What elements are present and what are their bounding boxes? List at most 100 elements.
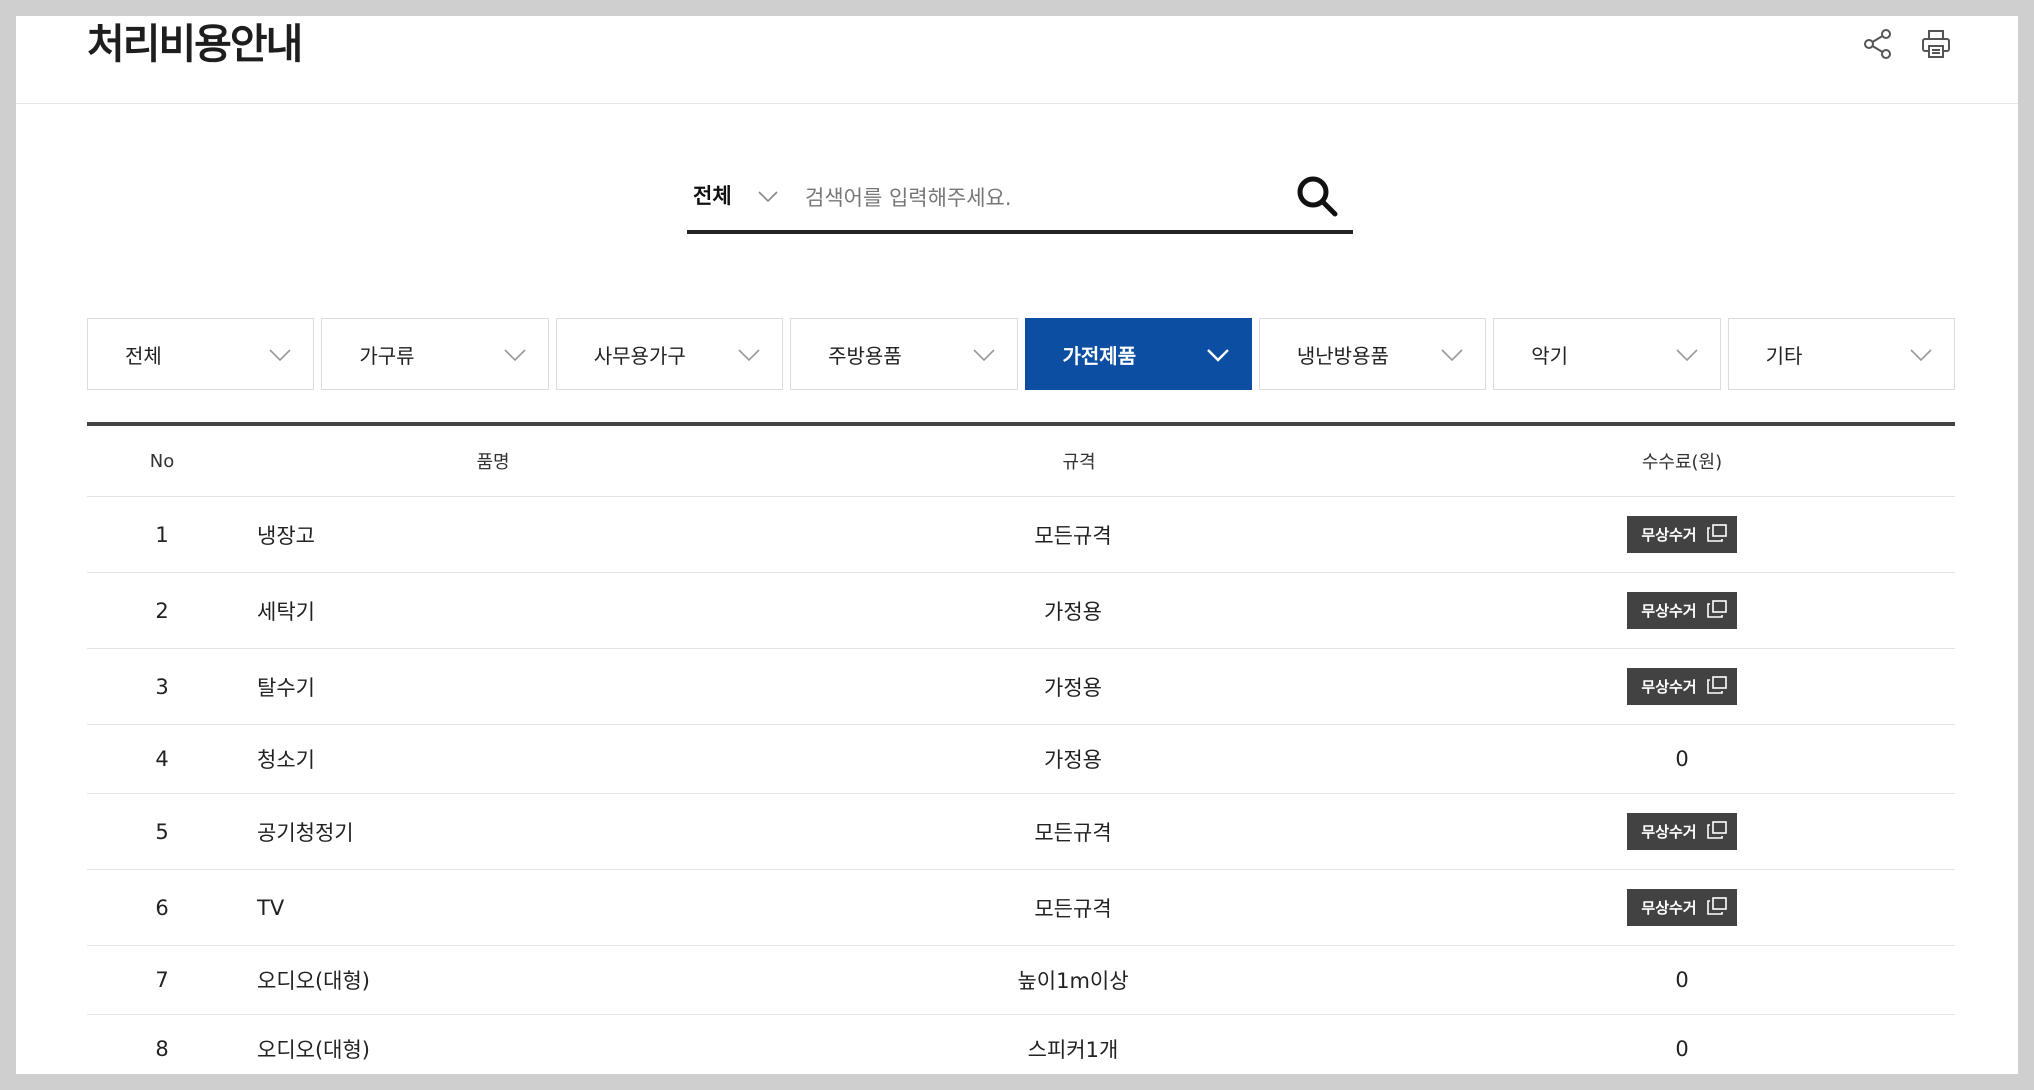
table-row: 5 공기청정기 모든규격 무상수거 bbox=[87, 794, 1955, 870]
chevron-down-icon bbox=[269, 347, 291, 366]
tab-etc[interactable]: 기타 bbox=[1727, 318, 1955, 390]
table-row: 4 청소기 가정용 0 bbox=[87, 725, 1955, 794]
cell-no: 5 bbox=[155, 819, 169, 844]
share-icon bbox=[1863, 28, 1893, 60]
table-header-row: No 품명 규격 수수료(원) bbox=[87, 426, 1955, 497]
new-window-icon bbox=[1706, 820, 1727, 843]
cell-spec: 가정용 bbox=[1044, 599, 1102, 624]
table-row: 2 세탁기 가정용 무상수거 bbox=[87, 573, 1955, 649]
table-row: 6 TV 모든규격 무상수거 bbox=[87, 870, 1955, 946]
column-header-name: 품명 bbox=[476, 452, 510, 473]
search-button[interactable] bbox=[1293, 174, 1341, 222]
search-input[interactable] bbox=[803, 178, 1267, 218]
new-window-icon bbox=[1706, 896, 1727, 919]
cell-name: 냉장고 bbox=[257, 523, 315, 548]
column-header-fee: 수수료(원) bbox=[1641, 452, 1723, 473]
tab-office-furniture[interactable]: 사무용가구 bbox=[555, 318, 784, 390]
search-scope-select[interactable]: 전체 bbox=[693, 180, 778, 210]
print-button[interactable] bbox=[1918, 26, 1954, 62]
free-pickup-label: 무상수거 bbox=[1641, 526, 1697, 544]
cell-fee: 무상수거 bbox=[1409, 592, 1955, 629]
category-tabs: 전체 가구류 사무용가구 주방용품 가전제품 냉난방용품 악기 기타 bbox=[87, 318, 1955, 390]
free-pickup-button[interactable]: 무상수거 bbox=[1627, 592, 1737, 629]
cell-no: 3 bbox=[155, 674, 169, 699]
free-pickup-button[interactable]: 무상수거 bbox=[1627, 813, 1737, 850]
new-window-icon bbox=[1706, 523, 1727, 546]
chevron-down-icon bbox=[758, 188, 778, 207]
tab-label: 전체 bbox=[125, 344, 162, 368]
table-row: 1 냉장고 모든규격 무상수거 bbox=[87, 497, 1955, 573]
tab-heating-cooling[interactable]: 냉난방용품 bbox=[1258, 318, 1487, 390]
free-pickup-button[interactable]: 무상수거 bbox=[1627, 516, 1737, 553]
table-row: 7 오디오(대형) 높이1m이상 0 bbox=[87, 946, 1955, 1015]
cell-spec: 모든규격 bbox=[1034, 523, 1112, 548]
cell-no: 8 bbox=[155, 1037, 169, 1061]
cell-spec: 스피커1개 bbox=[1027, 1038, 1119, 1062]
chevron-down-icon bbox=[738, 347, 760, 366]
cell-fee: 무상수거 bbox=[1409, 668, 1955, 705]
new-window-icon bbox=[1706, 675, 1727, 698]
tab-label: 기타 bbox=[1765, 344, 1803, 368]
cell-name: 오디오(대형) bbox=[257, 1038, 370, 1062]
cell-spec: 모든규격 bbox=[1034, 820, 1112, 845]
cell-name: 오디오(대형) bbox=[257, 969, 370, 993]
free-pickup-label: 무상수거 bbox=[1641, 899, 1697, 917]
page-title: 처리비용안내 bbox=[87, 20, 303, 68]
tab-label: 가구류 bbox=[359, 344, 415, 368]
tab-furniture[interactable]: 가구류 bbox=[321, 318, 549, 390]
table-body: 1 냉장고 모든규격 무상수거 2 세탁기 가정용 무상수거 3 탈수기 가정용 무상수거 4 청소기 가정… bbox=[87, 497, 1955, 1074]
chevron-down-icon bbox=[1910, 347, 1932, 366]
chevron-down-icon bbox=[1207, 347, 1229, 366]
cell-spec: 높이1m이상 bbox=[1017, 969, 1129, 993]
chevron-down-icon bbox=[1441, 347, 1463, 366]
tab-kitchenware[interactable]: 주방용품 bbox=[790, 318, 1018, 390]
cell-name: 탈수기 bbox=[257, 675, 315, 700]
cell-fee: 0 bbox=[1675, 1037, 1689, 1061]
print-icon bbox=[1920, 28, 1952, 60]
search-icon bbox=[1295, 174, 1339, 222]
cell-name: 공기청정기 bbox=[257, 820, 354, 845]
tab-appliances[interactable]: 가전제품 bbox=[1024, 318, 1252, 390]
cell-no: 6 bbox=[155, 895, 169, 920]
tab-all[interactable]: 전체 bbox=[87, 318, 315, 390]
cell-no: 4 bbox=[155, 747, 169, 771]
tab-label: 주방용품 bbox=[828, 344, 902, 368]
table-row: 8 오디오(대형) 스피커1개 0 bbox=[87, 1015, 1955, 1074]
cell-name: 세탁기 bbox=[257, 599, 315, 624]
cell-spec: 가정용 bbox=[1044, 675, 1102, 700]
column-header-no: No bbox=[149, 450, 175, 472]
page: 처리비용안내 전체 검색어를 입력해주세요. 전체 가구류 사무용가구 주방용품… bbox=[16, 16, 2018, 1074]
cell-spec: 모든규격 bbox=[1034, 896, 1112, 921]
free-pickup-label: 무상수거 bbox=[1641, 823, 1697, 841]
free-pickup-button[interactable]: 무상수거 bbox=[1627, 889, 1737, 926]
cell-no: 2 bbox=[155, 598, 169, 623]
search-bar: 전체 bbox=[687, 166, 1353, 234]
new-window-icon bbox=[1706, 599, 1727, 622]
chevron-down-icon bbox=[1676, 347, 1698, 366]
cell-fee: 0 bbox=[1675, 968, 1689, 992]
cell-fee: 무상수거 bbox=[1409, 516, 1955, 553]
cell-spec: 가정용 bbox=[1044, 748, 1102, 772]
tab-instruments[interactable]: 악기 bbox=[1493, 318, 1721, 390]
column-header-spec: 규격 bbox=[1062, 452, 1096, 473]
cell-no: 7 bbox=[155, 968, 169, 992]
share-button[interactable] bbox=[1860, 26, 1896, 62]
tab-label: 악기 bbox=[1531, 344, 1569, 368]
free-pickup-button[interactable]: 무상수거 bbox=[1627, 668, 1737, 705]
chevron-down-icon bbox=[504, 347, 526, 366]
chevron-down-icon bbox=[972, 347, 995, 366]
fee-table: No 품명 규격 수수료(원) 1 냉장고 모든규격 무상수거 2 세탁기 가정용 무상수거 3… bbox=[87, 422, 1955, 1074]
search-scope-label: 전체 bbox=[693, 184, 732, 208]
cell-fee: 무상수거 bbox=[1409, 889, 1955, 926]
cell-fee: 0 bbox=[1675, 747, 1689, 771]
page-header: 처리비용안내 bbox=[16, 16, 2018, 104]
header-tools bbox=[1860, 26, 1954, 62]
tab-label: 사무용가구 bbox=[593, 344, 686, 368]
free-pickup-label: 무상수거 bbox=[1641, 678, 1697, 696]
tab-label: 냉난방용품 bbox=[1296, 344, 1389, 368]
cell-name: TV bbox=[257, 895, 285, 920]
free-pickup-label: 무상수거 bbox=[1641, 602, 1697, 620]
cell-no: 1 bbox=[155, 522, 169, 547]
cell-fee: 무상수거 bbox=[1409, 813, 1955, 850]
table-row: 3 탈수기 가정용 무상수거 bbox=[87, 649, 1955, 725]
